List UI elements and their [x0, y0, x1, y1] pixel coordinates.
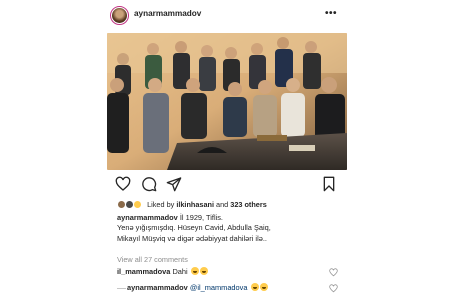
post-caption: aynarmammadov İl 1929, Tiflis. Yenə yığı… [117, 213, 345, 244]
comment-reply: aynarmammadov @il_mammadova [127, 283, 268, 292]
post-actions [107, 176, 347, 194]
caption-username[interactable]: aynarmammadov [117, 213, 178, 222]
likes-user[interactable]: ilkinhasani [176, 200, 214, 209]
winking-emoji-icon [259, 283, 268, 291]
view-all-comments-link[interactable]: View all 27 comments [117, 255, 188, 264]
reply-indicator-line [117, 288, 126, 289]
comment-username[interactable]: aynarmammadov [127, 283, 188, 292]
likes-summary[interactable]: Liked by ilkinhasani and 323 others [117, 199, 347, 211]
comment: il_mammadova Dahi [117, 267, 208, 276]
likes-text: Liked by ilkinhasani and 323 others [147, 200, 267, 209]
more-options-icon[interactable]: ••• [325, 8, 337, 19]
group-photo-image [107, 33, 347, 170]
likes-count[interactable]: 323 others [230, 200, 267, 209]
avatar[interactable] [110, 6, 129, 25]
liker-avatar [133, 199, 143, 209]
caption-line-2: Yenə yığışmışdıq. Hüseyn Cavid, Abdulla … [117, 223, 271, 233]
avatar-image [112, 8, 127, 23]
comment-text: Dahi [170, 267, 190, 276]
comment-like-heart-icon[interactable] [329, 268, 338, 277]
reply-like-heart-icon[interactable] [329, 284, 338, 293]
comment-icon[interactable] [141, 176, 157, 192]
caption-line-1: İl 1929, Tiflis. [177, 213, 223, 222]
post-photo[interactable] [107, 33, 347, 170]
comment-mention[interactable]: @il_mammadova [188, 283, 248, 292]
laughing-emoji-icon [190, 267, 199, 275]
caption-line-3: Mikayıl Müşviq və digər ədəbiyyat dahilə… [117, 233, 267, 243]
smiling-emoji-icon [250, 283, 259, 291]
save-bookmark-icon[interactable] [321, 176, 337, 192]
likes-middle: and [214, 199, 231, 209]
post-username[interactable]: aynarmammadov [134, 9, 201, 18]
comment-username[interactable]: il_mammadova [117, 267, 170, 276]
post-header: aynarmammadov ••• [107, 3, 347, 27]
likes-prefix: Liked by [147, 199, 177, 209]
comment-text [247, 283, 249, 292]
share-send-icon[interactable] [166, 176, 182, 192]
laughing-emoji-icon [199, 267, 208, 275]
like-heart-icon[interactable] [115, 176, 131, 192]
instagram-post: aynarmammadov ••• Liked by ilkinhasani a… [107, 0, 347, 295]
